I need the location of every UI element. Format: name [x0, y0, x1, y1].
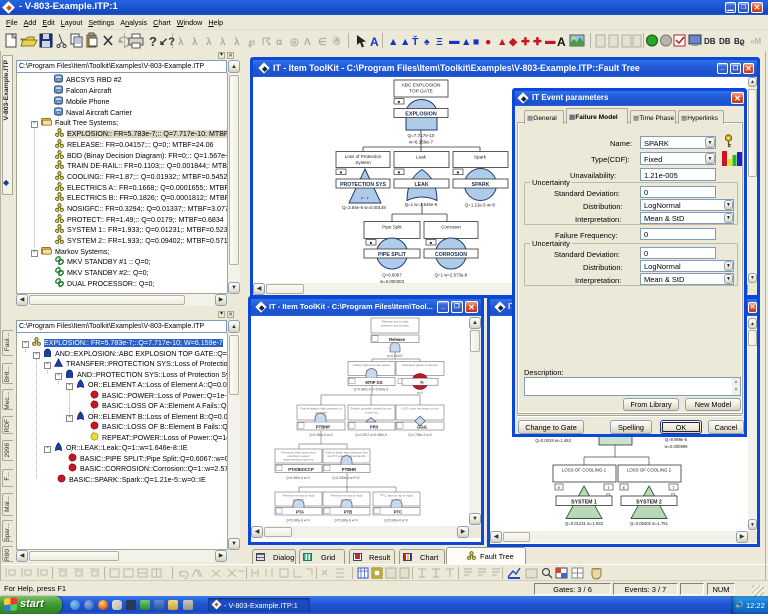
- svg-text:■: ■: [473, 36, 479, 48]
- svg-text:Q=0.6067: Q=0.6067: [382, 273, 402, 278]
- svg-text:Q=0.0007 w=5.080e-6: Q=0.0007 w=5.080e-6: [355, 433, 387, 437]
- svg-text:Pipe Split: Pipe Split: [382, 225, 402, 230]
- svg-text:λ: λ: [206, 37, 212, 48]
- svg-text:▬: ▬: [545, 35, 556, 47]
- svg-text:E: E: [558, 485, 561, 490]
- svg-text:LEAK: LEAK: [414, 182, 428, 188]
- svg-text:LOSS OF COOLING 2: LOSS OF COOLING 2: [627, 468, 672, 473]
- svg-text:w=6.159e-7: w=6.159e-7: [409, 140, 434, 145]
- svg-text:DΒ: DΒ: [719, 37, 731, 46]
- svg-text:Q=5.080e-6 w=0: Q=5.080e-6 w=0: [384, 519, 408, 523]
- svg-text:TOP GATE: TOP GATE: [409, 89, 433, 95]
- svg-text:Q=9.999e-5: Q=9.999e-5: [665, 437, 688, 442]
- svg-text:Q=1.21e-5 w=0: Q=1.21e-5 w=0: [465, 203, 496, 208]
- svg-text:A: A: [557, 35, 566, 49]
- svg-text:depressuring urge free: depressuring urge free: [283, 458, 314, 462]
- svg-text:℘: ℘: [248, 37, 255, 48]
- svg-text:▲: ▲: [388, 36, 398, 48]
- svg-text:Q=5.080e-6 w=0: Q=5.080e-6 w=0: [334, 519, 358, 523]
- svg-text:PTA: PTA: [296, 510, 304, 515]
- svg-text:Q=0.0019 w=1.463: Q=0.0019 w=1.463: [535, 438, 571, 443]
- svg-text:PIPE SPLIT: PIPE SPLIT: [378, 252, 407, 258]
- svg-text:Q=0.01231 w=1.933: Q=0.01231 w=1.933: [565, 521, 604, 526]
- svg-text:λ: λ: [220, 37, 226, 48]
- svg-text:P - T: P - T: [361, 197, 369, 201]
- svg-text:Spark: Spark: [474, 155, 487, 160]
- svg-text:GGG cycle terminate on trip: GGG cycle terminate on trip: [401, 407, 439, 411]
- svg-text:λ: λ: [234, 37, 240, 48]
- svg-text:Loss of Protection: Loss of Protection: [345, 154, 382, 159]
- svg-text:w=0.000999: w=0.000999: [665, 444, 689, 449]
- svg-text:Released gases combusts: Released gases combusts: [402, 363, 438, 367]
- svg-text:◎: ◎: [290, 37, 299, 48]
- svg-text:●: ●: [485, 36, 491, 48]
- svg-text:ABC EXPLOSION: ABC EXPLOSION: [402, 83, 441, 89]
- svg-text:♠: ♠: [424, 36, 430, 48]
- svg-text:Βϱ: Βϱ: [734, 37, 745, 46]
- svg-text:☈: ☈: [262, 37, 271, 48]
- svg-text:CORROSION: CORROSION: [435, 252, 467, 258]
- svg-text:pressure: pressure: [391, 498, 403, 502]
- svg-text:Failure high pressure gases: Failure high pressure gases: [353, 363, 391, 367]
- svg-text:Ť: Ť: [412, 35, 419, 48]
- svg-text:Λ: Λ: [304, 37, 311, 48]
- svg-text:Q=5.080e-6 w=5.080e-6: Q=5.080e-6 w=5.080e-6: [354, 388, 389, 392]
- svg-text:Q=7.717e-10: Q=7.717e-10: [408, 133, 435, 138]
- svg-text:LOSS OF COOLING 1: LOSS OF COOLING 1: [562, 468, 607, 473]
- svg-text:▬: ▬: [449, 35, 460, 47]
- svg-text:PTBHP: PTBHP: [316, 424, 330, 429]
- svg-text:λ: λ: [178, 37, 184, 48]
- svg-text:Q=2.708e-4 w=0: Q=2.708e-4 w=0: [408, 433, 432, 437]
- svg-text:w=0: w=0: [417, 391, 423, 395]
- svg-text:compater: compater: [315, 411, 328, 415]
- svg-text:✚: ✚: [521, 36, 530, 48]
- svg-text:Corrosion: Corrosion: [441, 225, 461, 230]
- svg-text:PROTECTION SYS: PROTECTION SYS: [340, 182, 386, 188]
- svg-text:pressure: pressure: [293, 498, 305, 502]
- svg-text:Q=5.080e-6 w=0: Q=5.080e-6 w=0: [286, 519, 310, 523]
- svg-text:Q=5.080e-6 w=0: Q=5.080e-6 w=0: [286, 476, 310, 480]
- svg-text:Q=1 w=1.646e-8: Q=1 w=1.646e-8: [405, 202, 438, 207]
- svg-text:Q=0.09402 w=1.751: Q=0.09402 w=1.751: [630, 521, 669, 526]
- svg-text:↙?: ↙?: [159, 36, 175, 48]
- svg-text:Release: Release: [389, 337, 406, 342]
- svg-text:Ξ: Ξ: [436, 36, 443, 48]
- svg-text:Leak: Leak: [416, 155, 427, 160]
- svg-text:A: A: [370, 35, 379, 49]
- svg-text:pressure and rupture: pressure and rupture: [381, 324, 409, 328]
- svg-text:w=0.04157: w=0.04157: [387, 354, 403, 358]
- svg-text:PTBHR: PTBHR: [342, 467, 356, 472]
- svg-text:GGG: GGG: [417, 424, 427, 429]
- svg-text:PTA/BIOCCP: PTA/BIOCCP: [288, 467, 314, 472]
- svg-text:∈: ∈: [318, 37, 327, 48]
- svg-text:PTB: PTB: [344, 510, 352, 515]
- svg-text:PTC: PTC: [394, 510, 402, 515]
- svg-text:»Μ: »Μ: [750, 37, 761, 46]
- svg-text:MTIP GS: MTIP GS: [365, 380, 382, 385]
- svg-text:Q=1 w=2.573e-8: Q=1 w=2.573e-8: [435, 273, 468, 278]
- svg-text:DΒ: DΒ: [704, 37, 716, 46]
- svg-text:SYSTEM 1: SYSTEM 1: [571, 499, 597, 505]
- svg-text:✚: ✚: [533, 36, 542, 48]
- svg-text:▲: ▲: [497, 36, 507, 48]
- svg-text:λ: λ: [192, 37, 198, 48]
- svg-text:EXPLOSION: EXPLOSION: [405, 112, 437, 118]
- svg-text:?: ?: [149, 34, 157, 49]
- svg-text:α: α: [276, 37, 283, 48]
- svg-text:▲: ▲: [400, 36, 410, 48]
- svg-text:▲: ▲: [461, 36, 471, 48]
- svg-text:PR3: PR3: [370, 424, 379, 429]
- svg-text:◆: ◆: [508, 36, 518, 48]
- svg-text:SYSTEM 2: SYSTEM 2: [636, 499, 662, 505]
- svg-text:Q=3.84e-6 w=0.00148: Q=3.84e-6 w=0.00148: [342, 205, 386, 210]
- svg-text:pressure: pressure: [341, 498, 353, 502]
- svg-text:System: System: [355, 160, 370, 165]
- svg-text:SPARK: SPARK: [472, 182, 490, 188]
- svg-text:rosion etc: rosion etc: [365, 411, 379, 415]
- svg-text:Q=5.080e-6 w=P12: Q=5.080e-6 w=P12: [332, 476, 360, 480]
- svg-text:Q=5.080e-6 w=0: Q=5.080e-6 w=0: [309, 433, 333, 437]
- svg-text:☃: ☃: [332, 35, 341, 48]
- svg-text:via PTA action independently: via PTA action independently: [327, 454, 366, 458]
- svg-text:E: E: [623, 485, 626, 490]
